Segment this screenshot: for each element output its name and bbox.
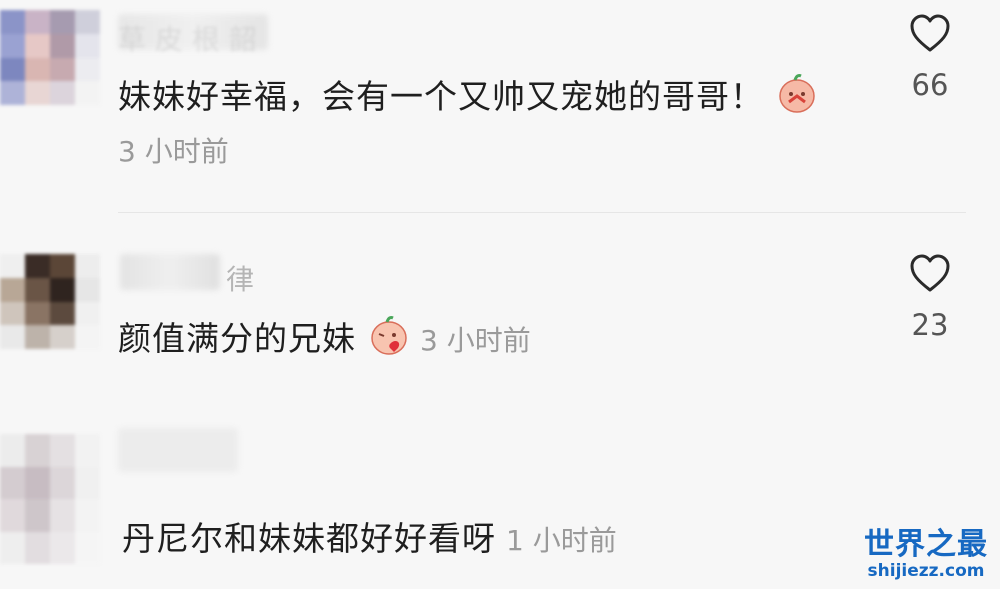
- praying-face-emoji: [779, 74, 815, 113]
- watermark-url: shijiezz.com: [867, 561, 985, 581]
- like-button[interactable]: 66: [900, 14, 960, 102]
- heart-outline-icon: [910, 14, 950, 52]
- username[interactable]: [118, 428, 238, 472]
- watermark-title: 世界之最: [864, 527, 988, 562]
- like-count: 66: [911, 68, 949, 102]
- like-button[interactable]: 23: [900, 254, 960, 342]
- comment-text: 妹妹好幸福，会有一个又帅又宠她的哥哥！: [118, 70, 818, 118]
- comment-item: 律 颜值满分的兄妹 3 小时前 23: [0, 240, 1000, 420]
- comment-time: 3 小时前: [118, 135, 229, 168]
- comment-text: 丹尼尔和妹妹都好好看呀 1 小时前: [122, 512, 617, 560]
- comment-item: 草 皮 根 韶 妹妹好幸福，会有一个又帅又宠她的哥哥！ 3 小时前 66: [0, 0, 1000, 212]
- comment-body: 丹尼尔和妹妹都好好看呀: [122, 519, 496, 558]
- watermark: 世界之最 shijiezz.com: [864, 519, 988, 581]
- username-text: 律: [226, 263, 255, 296]
- username-text: 草 皮 根 韶: [118, 23, 257, 56]
- avatar[interactable]: [0, 10, 100, 105]
- avatar[interactable]: [0, 434, 100, 564]
- username[interactable]: [120, 254, 220, 290]
- comment-body: 妹妹好幸福，会有一个又帅又宠她的哥哥！: [118, 77, 764, 116]
- comment-time: 3 小时前: [420, 324, 531, 357]
- comment-item: 丹尼尔和妹妹都好好看呀 1 小时前: [0, 420, 1000, 589]
- like-count: 23: [911, 308, 949, 342]
- avatar[interactable]: [0, 254, 100, 349]
- comment-time: 1 小时前: [506, 524, 617, 557]
- comment-text: 颜值满分的兄妹 3 小时前: [118, 312, 531, 360]
- heart-outline-icon: [910, 254, 950, 292]
- kiss-face-emoji: [371, 316, 407, 355]
- comment-body: 颜值满分的兄妹: [118, 319, 356, 358]
- divider: [118, 212, 966, 213]
